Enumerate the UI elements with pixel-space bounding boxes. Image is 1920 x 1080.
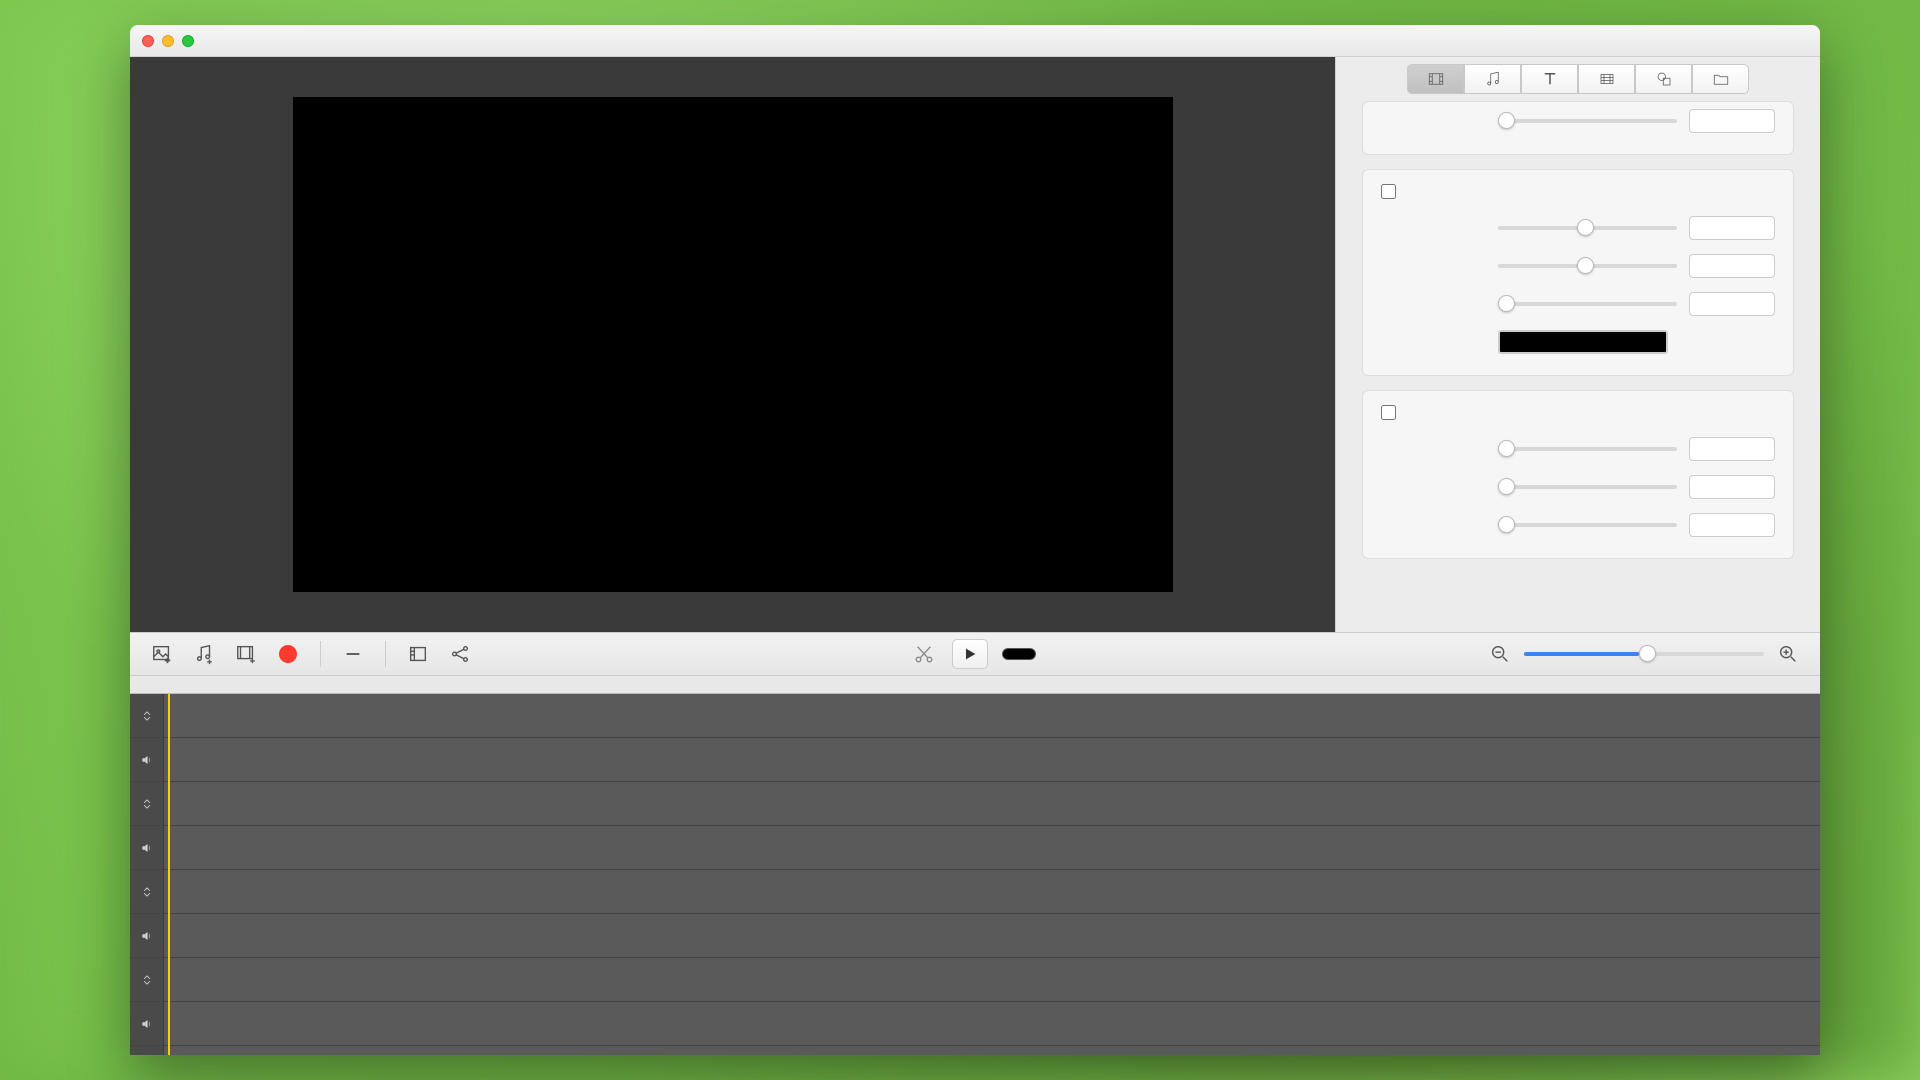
tab-video[interactable] [1407,64,1464,94]
zoom-slider[interactable] [1524,652,1764,656]
contrast-value[interactable] [1689,475,1775,499]
contrast-slider[interactable] [1498,485,1677,489]
blur-slider[interactable] [1498,302,1677,306]
track-audio-icon[interactable] [130,914,164,957]
track-expand-icon[interactable] [130,958,164,1001]
track-expand-icon[interactable] [130,870,164,913]
add-audio-button[interactable] [190,640,218,668]
zoom-in-button[interactable] [1774,640,1802,668]
record-button[interactable] [274,640,302,668]
track-expand-icon[interactable] [130,694,164,737]
app-window [130,25,1820,1055]
timeline-tracks[interactable] [130,694,1820,1055]
inspector-panel [1335,57,1820,632]
saturation-value[interactable] [1689,513,1775,537]
offsetx-slider[interactable] [1498,226,1677,230]
cut-button[interactable] [910,640,938,668]
tab-text[interactable] [1521,64,1578,94]
colorcontrols-checkbox[interactable] [1381,405,1396,420]
minimize-window-button[interactable] [162,35,174,47]
play-button[interactable] [952,639,988,669]
offsety-value[interactable] [1689,254,1775,278]
timeline-ruler[interactable] [130,676,1820,694]
saturation-slider[interactable] [1498,523,1677,527]
tab-audio[interactable] [1464,64,1521,94]
track-expand-icon[interactable] [130,1046,164,1055]
add-clip-button[interactable] [232,640,260,668]
brightness-value[interactable] [1689,437,1775,461]
properties-button[interactable] [404,640,432,668]
timecode-display [1002,648,1036,660]
zoom-window-button[interactable] [182,35,194,47]
bottom-slider[interactable] [1498,119,1677,123]
bottom-value[interactable] [1689,109,1775,133]
track-audio-icon[interactable] [130,1002,164,1045]
blur-value[interactable] [1689,292,1775,316]
preview-area [130,57,1335,632]
close-window-button[interactable] [142,35,154,47]
toolbar [130,632,1820,676]
track-audio-icon[interactable] [130,826,164,869]
zoom-out-button[interactable] [1486,640,1514,668]
shadow-color-well[interactable] [1498,330,1668,354]
track-expand-icon[interactable] [130,782,164,825]
tab-files[interactable] [1692,64,1749,94]
remove-button[interactable] [339,640,367,668]
playhead[interactable] [168,694,170,1055]
tab-clips[interactable] [1578,64,1635,94]
titlebar [130,25,1820,57]
tab-shapes[interactable] [1635,64,1692,94]
brightness-slider[interactable] [1498,447,1677,451]
offsetx-value[interactable] [1689,216,1775,240]
add-image-button[interactable] [148,640,176,668]
track-audio-icon[interactable] [130,738,164,781]
share-button[interactable] [446,640,474,668]
shadow-checkbox[interactable] [1381,184,1396,199]
offsety-slider[interactable] [1498,264,1677,268]
video-canvas[interactable] [293,97,1173,592]
